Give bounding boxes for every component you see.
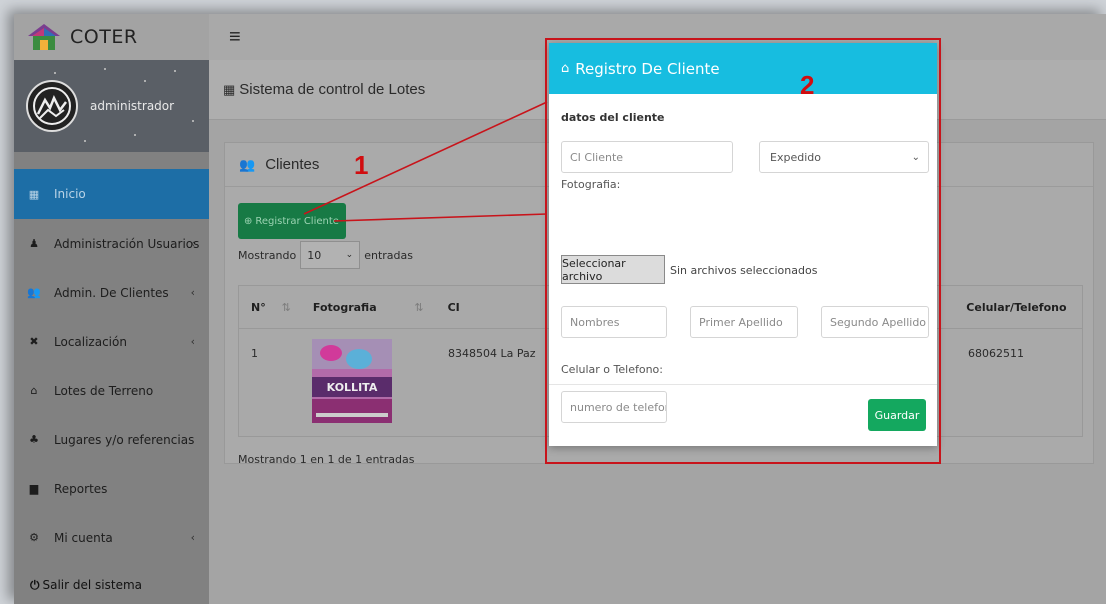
grid-icon: ▦ — [223, 81, 236, 97]
cell-phone: 68062511 — [968, 347, 1024, 360]
photo-caption: KOLLITA — [312, 377, 392, 397]
sidebar-item-lugares-referencias[interactable]: ♣ Lugares y/o referencias — [14, 415, 209, 464]
map-icon: ✖ — [29, 335, 39, 348]
column-header-fotografia[interactable]: Fotografia ⇅ — [299, 301, 434, 314]
power-icon: ⏻ — [30, 577, 40, 592]
table-info: Mostrando 1 en 1 de 1 entradas — [238, 453, 415, 466]
sidebar-item-lotes-terreno[interactable]: ⌂ Lotes de Terreno — [14, 366, 209, 415]
sidebar-item-inicio[interactable]: ▦ Inicio — [14, 169, 209, 219]
page-length-value: 10 — [307, 248, 322, 262]
sidebar-item-label: Lotes de Terreno — [54, 383, 154, 398]
logout-label: Salir del sistema — [42, 578, 143, 592]
card-title: Clientes — [265, 156, 320, 173]
register-client-label: Registrar Cliente — [255, 215, 339, 227]
showing-suffix: entradas — [364, 248, 413, 262]
avatar — [26, 80, 78, 132]
annotation-box-modal — [545, 38, 941, 464]
sidebar-item-reportes[interactable]: ▆ Reportes — [14, 464, 209, 513]
sort-icon: ⇅ — [414, 300, 424, 314]
column-header-ci[interactable]: CI — [434, 301, 554, 314]
user-panel: administrador — [14, 60, 209, 152]
page-title: Sistema de control de Lotes — [239, 81, 426, 98]
file-icon: ▆ — [29, 482, 39, 495]
sidebar-item-label: Inicio — [54, 187, 86, 201]
logout-link[interactable]: ⏻ Salir del sistema — [14, 562, 209, 604]
users-icon: 👥 — [27, 286, 41, 299]
sidebar-item-label: Administración Usuarios — [54, 236, 200, 251]
sidebar-item-label: Lugares y/o referencias — [54, 432, 195, 447]
sidebar-item-administracion-usuarios[interactable]: ♟ Administración Usuarios ‹ — [14, 219, 209, 268]
gears-icon: ⚙ — [29, 531, 39, 544]
user-name: administrador — [90, 99, 175, 113]
annotation-label-2: 2 — [800, 70, 815, 100]
sidebar-item-label: Mi cuenta — [54, 530, 113, 545]
user-icon: ♟ — [29, 237, 39, 250]
sidebar-item-mi-cuenta[interactable]: ⚙ Mi cuenta ‹ — [14, 513, 209, 562]
column-header-n[interactable]: N° ⇅ — [239, 301, 299, 314]
users-icon: 👥 — [239, 156, 256, 172]
mountain-logo-icon — [33, 87, 71, 125]
page-length-select[interactable]: 10 ⌄ — [300, 241, 361, 269]
plus-circle-icon: ⊕ — [244, 215, 253, 227]
house-logo-icon — [26, 22, 62, 52]
chevron-left-icon: ‹ — [190, 237, 195, 250]
register-client-button[interactable]: ⊕ Registrar Cliente — [238, 203, 346, 239]
chevron-down-icon: ⌄ — [345, 250, 354, 260]
showing-prefix: Mostrando — [238, 248, 297, 262]
hamburger-menu-icon[interactable]: ≡ — [229, 26, 241, 49]
chevron-left-icon: ‹ — [190, 531, 195, 544]
dashboard-icon: ▦ — [28, 187, 40, 201]
column-header-celular[interactable]: Celular/Telefono — [952, 301, 1082, 314]
length-control: Mostrando 10 ⌄ entradas — [238, 241, 413, 269]
chevron-left-icon: ‹ — [190, 286, 195, 299]
cell-n: 1 — [251, 347, 258, 360]
brand-name: COTER — [70, 26, 138, 48]
tree-icon: ♣ — [29, 433, 39, 446]
chevron-left-icon: ‹ — [190, 335, 195, 348]
sidebar: administrador ▦ Inicio ♟ Administración … — [14, 60, 209, 604]
sort-icon: ⇅ — [281, 300, 291, 314]
sidebar-item-label: Reportes — [54, 481, 108, 496]
sidebar-item-localizacion[interactable]: ✖ Localización ‹ — [14, 317, 209, 366]
client-photo: KOLLITA — [312, 339, 392, 423]
home-icon: ⌂ — [30, 384, 38, 397]
brand[interactable]: COTER — [14, 14, 209, 60]
annotation-label-1: 1 — [354, 150, 369, 180]
sidebar-item-admin-clientes[interactable]: 👥 Admin. De Clientes ‹ — [14, 268, 209, 317]
sidebar-item-label: Localización — [54, 334, 127, 349]
sidebar-item-label: Admin. De Clientes — [54, 285, 169, 300]
cell-ci: 8348504 La Paz — [448, 347, 536, 360]
